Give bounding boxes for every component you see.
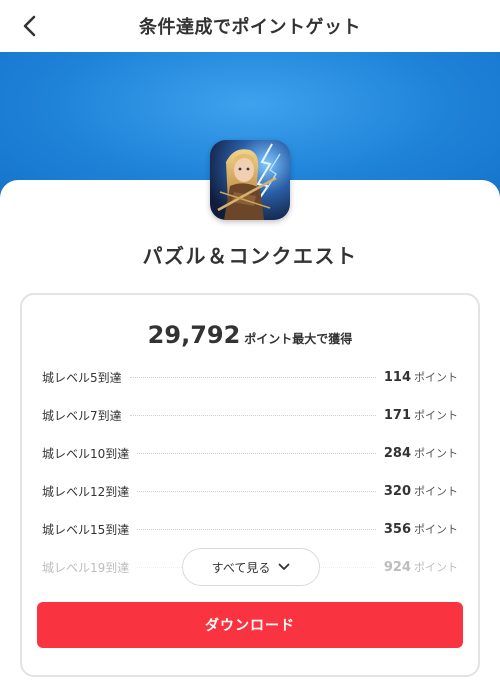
total-points: 29,792 ポイント最大で獲得 [22,321,478,349]
reward-points-value: 924 [383,560,411,575]
reward-points: 284 ポイント [384,445,458,461]
app-icon [210,140,290,220]
reward-row: 城レベル5到達 114 ポイント [42,367,458,387]
rewards-card: 29,792 ポイント最大で獲得 城レベル5到達 114 ポイント 城レベル7到達 … [20,293,480,677]
reward-points: 924 ポイント [384,559,458,575]
see-all-label: すべて見る [211,560,271,575]
download-button[interactable]: ダウンロード [37,602,463,648]
reward-condition: 城レベル12到達 [42,484,130,499]
chevron-down-icon [278,563,290,570]
reward-points-value: 284 [383,446,411,461]
reward-points-unit: ポイント [414,561,458,574]
reward-condition: 城レベル7到達 [42,408,122,423]
back-button[interactable] [14,10,46,42]
reward-points-value: 356 [383,522,411,537]
reward-points: 114 ポイント [384,369,458,385]
reward-points-unit: ポイント [414,409,458,422]
reward-points: 320 ポイント [384,483,458,499]
top-bar: 条件達成でポイントゲット [0,0,500,52]
reward-row: 城レベル15到達 356 ポイント [42,519,458,539]
reward-points-value: 114 [383,370,411,385]
app-name: パズル＆コンクエスト [142,244,358,268]
reward-row: 城レベル7到達 171 ポイント [42,405,458,425]
reward-points-unit: ポイント [414,447,458,460]
dotted-leader [129,414,376,416]
dotted-leader [137,528,376,530]
reward-condition: 城レベル5到達 [42,370,122,385]
total-points-suffix: ポイント最大で獲得 [244,332,353,346]
see-all-button[interactable]: すべて見る [182,548,320,586]
reward-points: 171 ポイント [384,407,458,423]
reward-condition: 城レベル10到達 [42,446,130,461]
reward-condition: 城レベル15到達 [42,522,130,537]
reward-points-value: 320 [383,484,411,499]
reward-points-unit: ポイント [414,485,458,498]
page-title: 条件達成でポイントゲット [139,17,361,38]
chevron-left-icon [23,15,36,37]
total-points-value: 29,792 [147,321,241,349]
dotted-leader [137,490,376,492]
reward-condition: 城レベル19到達 [42,560,130,575]
dotted-leader [137,452,376,454]
reward-points-unit: ポイント [414,523,458,536]
reward-points-unit: ポイント [414,371,458,384]
reward-row: 城レベル10到達 284 ポイント [42,443,458,463]
dotted-leader [129,376,376,378]
reward-row: 城レベル12到達 320 ポイント [42,481,458,501]
reward-points: 356 ポイント [384,521,458,537]
reward-points-value: 171 [383,408,411,423]
